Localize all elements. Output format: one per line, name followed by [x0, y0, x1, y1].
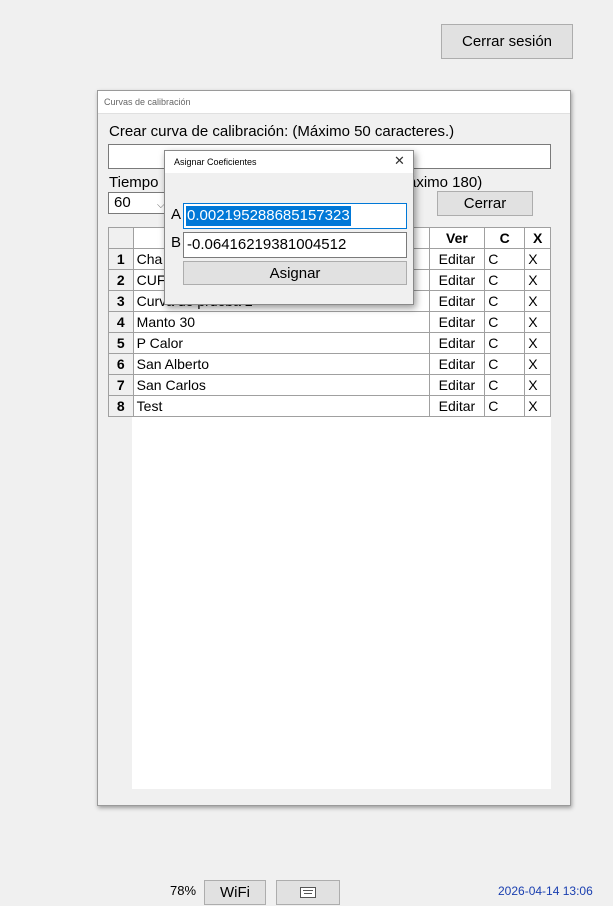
curve-name-cell[interactable]: P Calor [132, 332, 430, 354]
time-select[interactable]: 60 ⌵ [108, 192, 170, 214]
delete-cell[interactable]: X [524, 269, 551, 291]
dialog-title: Asignar Coeficientes [174, 157, 257, 167]
c-cell[interactable]: C [484, 248, 526, 270]
c-cell[interactable]: C [484, 290, 526, 312]
clock: 2026-04-14 13:06 [498, 884, 593, 898]
edit-link[interactable]: Editar [428, 269, 486, 291]
delete-cell[interactable]: X [524, 248, 551, 270]
time-select-value: 60 [114, 194, 131, 211]
curves-grid[interactable]: Ver C X 1 Cha Editar C X 2 CUF Editar C [108, 227, 551, 789]
c-cell[interactable]: C [484, 332, 526, 354]
create-curve-label: Crear curva de calibración: (Máximo 50 c… [109, 123, 455, 140]
table-row[interactable]: 6 San Alberto Editar C X [108, 353, 551, 375]
keyboard-icon [300, 887, 316, 898]
corner-header [108, 227, 134, 249]
delete-cell[interactable]: X [524, 395, 551, 417]
c-cell[interactable]: C [484, 269, 526, 291]
table-row[interactable]: 5 P Calor Editar C X [108, 332, 551, 354]
edit-link[interactable]: Editar [428, 353, 486, 375]
coefficient-b-input[interactable]: -0.06416219381004512 [183, 232, 407, 258]
row-number: 2 [108, 269, 134, 291]
window-title: Curvas de calibración [104, 97, 191, 107]
row-number: 5 [108, 332, 134, 354]
ver-column-header[interactable]: Ver [428, 227, 486, 249]
table-row[interactable]: 8 Test Editar C X [108, 395, 551, 417]
edit-link[interactable]: Editar [428, 332, 486, 354]
coefficient-a-label: A [171, 206, 182, 223]
row-number: 3 [108, 290, 134, 312]
keyboard-button[interactable] [276, 880, 340, 905]
edit-link[interactable]: Editar [428, 290, 486, 312]
c-cell[interactable]: C [484, 395, 526, 417]
coefficient-b-label: B [171, 234, 182, 251]
row-number: 8 [108, 395, 134, 417]
close-button[interactable]: Cerrar [437, 191, 533, 216]
logout-button[interactable]: Cerrar sesión [441, 24, 573, 59]
time-label: Tiempo [109, 174, 159, 191]
dialog-titlebar: Asignar Coeficientes ✕ [165, 151, 413, 173]
edit-link[interactable]: Editar [428, 374, 486, 396]
curve-name-cell[interactable]: San Carlos [132, 374, 430, 396]
assign-button[interactable]: Asignar [183, 261, 407, 285]
curve-name-cell[interactable]: San Alberto [132, 353, 430, 375]
coefficient-a-value: 0.002195288685157323 [186, 206, 351, 226]
delete-cell[interactable]: X [524, 374, 551, 396]
row-number: 7 [108, 374, 134, 396]
row-number: 6 [108, 353, 134, 375]
close-icon[interactable]: ✕ [394, 153, 405, 169]
coefficient-a-input[interactable]: 0.002195288685157323 [183, 203, 407, 229]
window-titlebar: Curvas de calibración [98, 91, 570, 114]
delete-cell[interactable]: X [524, 311, 551, 333]
c-column-header[interactable]: C [484, 227, 526, 249]
row-number: 1 [108, 248, 134, 270]
c-cell[interactable]: C [484, 311, 526, 333]
delete-cell[interactable]: X [524, 290, 551, 312]
c-cell[interactable]: C [484, 353, 526, 375]
curve-name-cell[interactable]: Manto 30 [132, 311, 430, 333]
assign-coefficients-dialog: Asignar Coeficientes ✕ A 0.0021952886851… [164, 150, 414, 305]
delete-cell[interactable]: X [524, 353, 551, 375]
delete-cell[interactable]: X [524, 332, 551, 354]
edit-link[interactable]: Editar [428, 248, 486, 270]
x-column-header[interactable]: X [524, 227, 551, 249]
row-number: 4 [108, 311, 134, 333]
battery-level: 78% [170, 883, 197, 898]
c-cell[interactable]: C [484, 374, 526, 396]
edit-link[interactable]: Editar [428, 311, 486, 333]
table-row[interactable]: 4 Manto 30 Editar C X [108, 311, 551, 333]
time-label-max: áximo 180) [408, 174, 483, 191]
wifi-button[interactable]: WiFi [204, 880, 266, 905]
curve-name-cell[interactable]: Test [132, 395, 430, 417]
edit-link[interactable]: Editar [428, 395, 486, 417]
table-row[interactable]: 7 San Carlos Editar C X [108, 374, 551, 396]
